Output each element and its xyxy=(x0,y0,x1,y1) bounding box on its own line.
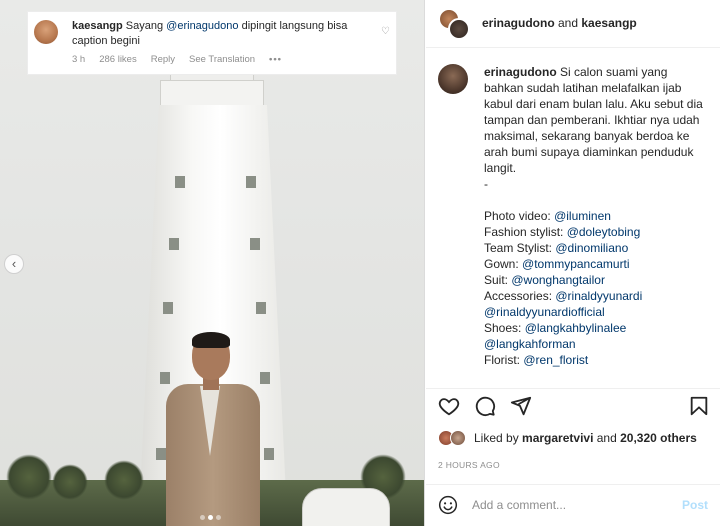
avatar[interactable] xyxy=(438,64,468,94)
caption-body: Si calon suami yang bahkan sudah latihan… xyxy=(484,65,703,175)
comment-meta: 3 h 286 likes Reply See Translation ••• xyxy=(72,54,282,65)
author-link[interactable]: kaesangp xyxy=(581,16,636,30)
post-comment-button[interactable]: Post xyxy=(682,498,708,512)
palm-tree xyxy=(104,460,144,500)
lighthouse-window xyxy=(163,302,173,314)
comment-text: kaesangp Sayang @erinagudono dipingit la… xyxy=(72,19,372,49)
action-bar xyxy=(426,388,720,422)
credit-label: Florist: xyxy=(484,353,524,367)
lighthouse-window xyxy=(175,176,185,188)
like-heart-icon[interactable] xyxy=(438,395,460,417)
credit-line: Shoes: @langkahbylinalee xyxy=(484,320,710,336)
credit-mention[interactable]: @iluminen xyxy=(554,209,611,223)
lighthouse-window xyxy=(246,176,256,188)
credit-label: Suit: xyxy=(484,273,512,287)
credit-line: Accessories: @rinaldyyunardi xyxy=(484,288,710,304)
credit-line: Fashion stylist: @doleytobing xyxy=(484,224,710,240)
credit-mention[interactable]: @doleytobing xyxy=(567,225,641,239)
credit-mention[interactable]: @wonghangtailor xyxy=(511,273,605,287)
lighthouse-gallery xyxy=(160,80,264,108)
share-send-icon[interactable] xyxy=(510,395,532,417)
credit-label: Photo video: xyxy=(484,209,555,223)
carousel-dot xyxy=(200,515,205,520)
lighthouse-window xyxy=(260,372,270,384)
comment-bubble-icon[interactable] xyxy=(474,395,496,417)
credit-mention[interactable]: @rinaldyyunardiofficial xyxy=(484,305,605,319)
post-side-panel: erinagudono and kaesangp erinagudono Si … xyxy=(426,0,720,526)
likes-text: Liked by margaretvivi and 20,320 others xyxy=(474,431,697,445)
avatar[interactable] xyxy=(34,20,58,44)
credit-mention[interactable]: @dinomiliano xyxy=(555,241,628,255)
see-translation-button[interactable]: See Translation xyxy=(189,54,255,65)
comment-text-before: Sayang xyxy=(122,20,167,32)
credit-mention[interactable]: @langkahbylinalee xyxy=(525,321,627,335)
add-comment-bar: Post xyxy=(426,484,720,526)
reply-button[interactable]: Reply xyxy=(151,54,175,65)
credit-line: Photo video: @iluminen xyxy=(484,208,710,224)
comment-username[interactable]: kaesangp xyxy=(72,20,123,32)
heart-icon[interactable]: ♡ xyxy=(381,26,390,37)
credit-mention[interactable]: @rinaldyyunardi xyxy=(555,289,642,303)
comment-likes[interactable]: 286 likes xyxy=(99,54,137,65)
credit-line: Team Stylist: @dinomiliano xyxy=(484,240,710,256)
white-gate xyxy=(302,488,390,526)
authors-and: and xyxy=(554,16,582,30)
credit-label: Team Stylist: xyxy=(484,241,556,255)
avatar[interactable] xyxy=(448,18,470,40)
post-timestamp[interactable]: 2 HOURS AGO xyxy=(438,460,500,470)
avatar[interactable] xyxy=(450,430,466,446)
lighthouse-window xyxy=(264,448,274,460)
likes-and: and xyxy=(593,431,621,445)
carousel-dot xyxy=(216,515,221,520)
previous-photo-button[interactable]: ‹ xyxy=(4,254,24,274)
add-comment-input[interactable] xyxy=(472,495,672,515)
credit-label: Shoes: xyxy=(484,321,525,335)
credit-line: Gown: @tommypancamurti xyxy=(484,256,710,272)
caption-dash: - xyxy=(484,177,488,191)
bookmark-icon[interactable] xyxy=(688,395,710,417)
man-hair xyxy=(192,332,230,348)
post-caption: erinagudono Si calon suami yang bahkan s… xyxy=(426,56,720,376)
lighthouse-window xyxy=(169,238,179,250)
credit-line: @langkahforman xyxy=(484,336,710,352)
credit-line: @rinaldyyunardiofficial xyxy=(484,304,710,320)
credit-mention[interactable]: @tommypancamurti xyxy=(522,257,630,271)
caption-text: erinagudono Si calon suami yang bahkan s… xyxy=(484,64,710,368)
palm-tree xyxy=(6,454,52,500)
credits-list: Photo video: @iluminen Fashion stylist: … xyxy=(484,208,710,368)
carousel-dot-active xyxy=(208,515,213,520)
credit-label: Accessories: xyxy=(484,289,556,303)
credit-label: Fashion stylist: xyxy=(484,225,567,239)
post-photo[interactable]: kaesangp Sayang @erinagudono dipingit la… xyxy=(0,0,425,526)
comment-time: 3 h xyxy=(72,54,86,65)
comment-mention[interactable]: @erinagudono xyxy=(166,20,238,32)
credit-label: Gown: xyxy=(484,257,523,271)
credit-mention[interactable]: @ren_florist xyxy=(523,353,588,367)
credit-line: Florist: @ren_florist xyxy=(484,352,710,368)
post-authors: erinagudono and kaesangp xyxy=(482,16,637,30)
lighthouse-window xyxy=(256,302,266,314)
post-header: erinagudono and kaesangp xyxy=(426,0,720,48)
more-options-icon[interactable]: ••• xyxy=(269,54,282,65)
likes-summary: Liked by margaretvivi and 20,320 others xyxy=(438,430,697,446)
likes-prefix: Liked by xyxy=(474,431,523,445)
likes-count[interactable]: 20,320 others xyxy=(620,431,697,445)
credit-mention[interactable]: @langkahforman xyxy=(484,337,576,351)
liker-username[interactable]: margaretvivi xyxy=(522,431,593,445)
caption-username[interactable]: erinagudono xyxy=(484,65,557,79)
lighthouse-window xyxy=(156,448,166,460)
lighthouse-window xyxy=(250,238,260,250)
credit-line: Suit: @wonghangtailor xyxy=(484,272,710,288)
palm-tree xyxy=(52,464,88,500)
emoji-icon[interactable] xyxy=(438,495,458,515)
comment-card: kaesangp Sayang @erinagudono dipingit la… xyxy=(28,12,396,74)
lighthouse-window xyxy=(160,372,170,384)
carousel-dots xyxy=(200,515,221,520)
author-link[interactable]: erinagudono xyxy=(482,16,555,30)
